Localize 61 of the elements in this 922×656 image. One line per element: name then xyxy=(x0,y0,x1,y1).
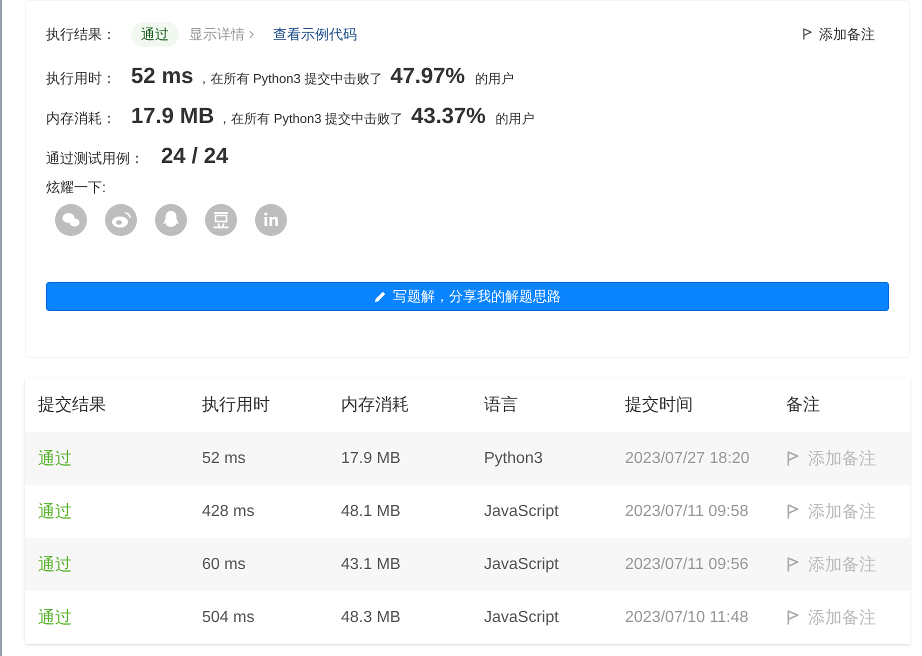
linkedin-share-icon[interactable] xyxy=(255,204,287,236)
table-cell-text: 52 ms xyxy=(202,448,247,468)
status-badge: 通过 xyxy=(131,22,179,46)
table-cell-text: 2023/07/27 18:20 xyxy=(625,448,751,468)
table-cell-text: 48.1 MB xyxy=(341,502,402,522)
sample-code-link[interactable]: 查看示例代码 xyxy=(273,24,357,44)
add-note-button[interactable]: 添加备注 xyxy=(802,24,875,44)
status-link[interactable]: 通过 xyxy=(38,552,202,578)
douban-share-icon[interactable] xyxy=(205,204,237,236)
table-cell-text: 48.3 MB xyxy=(341,608,402,628)
column-header: 语言 xyxy=(484,394,519,416)
stat-label: 内存消耗： xyxy=(46,109,117,128)
stat-text: ，在所有 Python3 提交中击败了 xyxy=(197,70,382,88)
column-header: 执行用时 xyxy=(202,394,271,416)
column-header: 提交时间 xyxy=(625,394,694,416)
table-cell-text: JavaScript xyxy=(484,502,560,522)
stat-percent: 47.97% xyxy=(390,62,465,90)
flag-icon xyxy=(802,27,813,41)
table-cell-text: 2023/07/10 11:48 xyxy=(625,608,750,628)
add-note-button[interactable]: 添加备注 xyxy=(786,552,876,578)
flag-icon xyxy=(786,450,800,467)
status-link[interactable]: 通过 xyxy=(38,604,202,630)
table-cell-text: 504 ms xyxy=(202,608,256,628)
pencil-icon xyxy=(374,290,387,303)
tests-value: 24 / 24 xyxy=(161,142,228,170)
table-cell-text: Python3 xyxy=(484,448,544,468)
details-link[interactable]: 显示详情 xyxy=(189,24,254,44)
stat-percent: 43.37% xyxy=(411,102,486,130)
result-label: 执行结果： xyxy=(46,24,117,44)
tests-label: 通过测试用例： xyxy=(46,149,145,168)
write-solution-button[interactable]: 写题解，分享我的解题思路 xyxy=(46,282,889,311)
table-cell-text: 43.1 MB xyxy=(341,554,402,574)
flag-icon xyxy=(786,609,800,626)
table-cell-text: JavaScript xyxy=(484,608,560,628)
status-link[interactable]: 通过 xyxy=(38,446,202,472)
stat-text: ，在所有 Python3 提交中击败了 xyxy=(218,110,404,128)
stat-text: 的用户 xyxy=(474,70,514,88)
table-cell-text: 60 ms xyxy=(202,554,247,574)
column-header: 备注 xyxy=(786,394,821,416)
flag-icon xyxy=(786,556,800,573)
add-note-button[interactable]: 添加备注 xyxy=(786,498,876,524)
flag-icon xyxy=(786,503,800,520)
qq-share-icon[interactable] xyxy=(155,204,187,236)
status-link[interactable]: 通过 xyxy=(38,498,202,524)
stat-text: 的用户 xyxy=(496,110,535,128)
stat-value: 52 ms xyxy=(131,62,194,90)
column-header: 提交结果 xyxy=(38,394,107,416)
share-label: 炫耀一下: xyxy=(46,178,107,197)
wechat-share-icon[interactable] xyxy=(55,204,87,236)
table-cell-text: JavaScript xyxy=(484,554,560,574)
stat-value: 17.9 MB xyxy=(131,102,214,130)
chevron-icon xyxy=(249,30,254,38)
table-cell-text: 17.9 MB xyxy=(341,448,402,468)
weibo-share-icon[interactable] xyxy=(105,204,137,236)
stat-label: 执行用时： xyxy=(46,69,117,88)
table-cell-text: 2023/07/11 09:56 xyxy=(625,554,750,574)
add-note-button[interactable]: 添加备注 xyxy=(786,604,876,630)
add-note-button[interactable]: 添加备注 xyxy=(786,446,876,472)
column-header: 内存消耗 xyxy=(341,394,410,416)
table-cell-text: 2023/07/11 09:58 xyxy=(625,502,750,522)
table-cell-text: 428 ms xyxy=(202,502,256,522)
